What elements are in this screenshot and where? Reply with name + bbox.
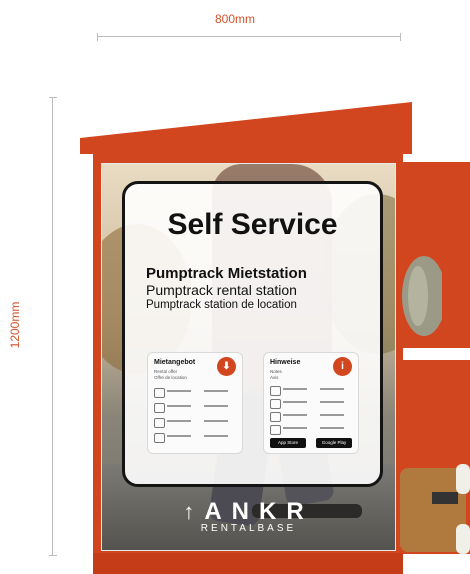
info-card-sub-en: Notes [270,369,282,374]
info-row [270,385,352,396]
rental-card-heading: Mietangebot [154,359,196,366]
sign-subtitle-en: Pumptrack rental station [146,282,297,298]
rental-row [154,402,236,413]
logo-name: ANKR [204,498,314,525]
rental-row [154,432,236,443]
rental-card-sub-fr: Offre de location [154,375,187,380]
logo-tagline: RENTALBASE [200,523,297,534]
sign-subtitle-de: Pumptrack Mietstation [146,265,307,282]
rental-card-sub-en: Rental offer [154,369,178,374]
rental-row [154,417,236,428]
sign-subtitle-fr: Pumptrack station de location [146,299,297,311]
skateboard-icon [400,464,470,554]
rental-row [154,387,236,398]
rental-offer-card: Mietangebot Rental offer Offre de locati… [147,352,243,454]
info-icon: i [333,357,352,376]
info-card: Hinweise Notes Avis i App Store Google P… [263,352,359,454]
helmet-icon [402,256,442,336]
info-row [270,424,352,435]
sign-title: Self Service [167,208,338,241]
info-row [270,411,352,422]
google-play-badge: Google Play [316,438,352,448]
info-card-sub-fr: Avis [270,375,279,380]
self-service-sign: Self Service Pumptrack Mietstation Pumpt… [122,181,383,487]
pin-icon: ⬇ [217,357,236,376]
display-window: Self Service Pumptrack Mietstation Pumpt… [101,163,396,551]
app-store-badge: App Store [270,438,306,448]
cabinet-base [93,553,403,574]
logo-arrow-icon: ↑ [183,499,205,524]
info-row [270,398,352,409]
info-card-heading: Hinweise [270,359,301,366]
ankr-logo: ↑ANKR [102,498,395,526]
